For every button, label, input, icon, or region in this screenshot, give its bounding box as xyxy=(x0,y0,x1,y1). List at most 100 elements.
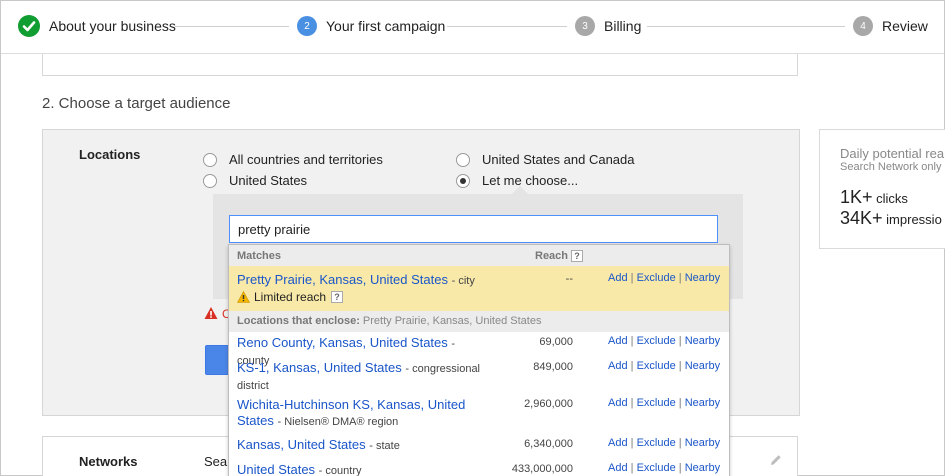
separator: | xyxy=(630,437,634,449)
add-link[interactable]: Add xyxy=(608,335,628,347)
checkmark-icon xyxy=(18,15,40,37)
row-actions: Add | Exclude | Nearby xyxy=(608,437,720,449)
radio-button[interactable] xyxy=(203,173,217,188)
separator: | xyxy=(678,272,682,284)
location-type: - city xyxy=(451,275,475,287)
warning-icon xyxy=(237,291,250,303)
suggestion-row[interactable]: Wichita-Hutchinson KS, Kansas, United St… xyxy=(229,394,729,434)
potential-reach-card: Daily potential rea Search Network only … xyxy=(819,129,945,249)
radio-label: United States and Canada xyxy=(482,152,635,167)
radio-all-countries[interactable]: All countries and territories xyxy=(203,152,383,167)
separator: | xyxy=(678,462,682,474)
location-link[interactable]: Pretty Prairie, Kansas, United States xyxy=(237,272,448,287)
add-link[interactable]: Add xyxy=(608,272,628,284)
row-actions: Add | Exclude | Nearby xyxy=(608,335,720,347)
separator: | xyxy=(678,437,682,449)
radio-label: All countries and territories xyxy=(229,152,383,167)
add-link[interactable]: Add xyxy=(608,437,628,449)
suggestion-name: United States - country xyxy=(237,462,487,476)
stepper-connector xyxy=(647,26,845,27)
location-search-input[interactable] xyxy=(229,215,718,243)
reach-value: 6,340,000 xyxy=(524,438,573,450)
primary-button[interactable] xyxy=(205,345,229,375)
suggestion-row[interactable]: Pretty Prairie, Kansas, United States - … xyxy=(229,266,729,311)
step-label: Your first campaign xyxy=(326,18,446,34)
nearby-link[interactable]: Nearby xyxy=(685,272,720,284)
location-type: - country xyxy=(318,465,362,476)
step-about-business[interactable]: About your business xyxy=(18,14,176,38)
exclude-link[interactable]: Exclude xyxy=(637,360,676,372)
suggestion-name: Pretty Prairie, Kansas, United States - … xyxy=(237,272,487,289)
exclude-link[interactable]: Exclude xyxy=(637,335,676,347)
radio-button[interactable] xyxy=(203,152,217,167)
clicks-label: clicks xyxy=(876,191,908,206)
separator: | xyxy=(630,335,634,347)
reach-value: -- xyxy=(565,273,573,285)
enclose-value: Pretty Prairie, Kansas, United States xyxy=(362,315,542,327)
nearby-link[interactable]: Nearby xyxy=(685,397,720,409)
row-actions: Add | Exclude | Nearby xyxy=(608,397,720,409)
suggestion-row[interactable]: United States - country 433,000,000 Add … xyxy=(229,459,729,476)
step-billing[interactable]: 3 Billing xyxy=(575,14,641,38)
separator: | xyxy=(630,462,634,474)
enclose-label: Locations that enclose: xyxy=(237,315,360,327)
location-link[interactable]: Kansas, United States xyxy=(237,437,366,452)
radio-label: Let me choose... xyxy=(482,173,579,188)
networks-label: Networks xyxy=(79,454,138,469)
clicks-estimate: 1K+ clicks xyxy=(840,187,908,208)
limited-reach-label: Limited reach xyxy=(254,290,327,304)
add-link[interactable]: Add xyxy=(608,360,628,372)
nearby-link[interactable]: Nearby xyxy=(685,437,720,449)
separator: | xyxy=(678,397,682,409)
reach-value: 69,000 xyxy=(539,336,573,348)
row-actions: Add | Exclude | Nearby xyxy=(608,272,720,284)
dropdown-header: Matches Reach ? xyxy=(229,245,729,266)
impressions-estimate: 34K+ impressio xyxy=(840,208,942,229)
help-icon[interactable]: ? xyxy=(331,291,344,303)
location-suggestions-dropdown: Matches Reach ? Pretty Prairie, Kansas, … xyxy=(228,244,730,476)
radio-label: United States xyxy=(229,173,308,188)
suggestion-row[interactable]: Reno County, Kansas, United States - cou… xyxy=(229,332,729,367)
exclude-link[interactable]: Exclude xyxy=(637,437,676,449)
matches-header: Matches xyxy=(237,250,282,262)
section-title: 2. Choose a target audience xyxy=(42,95,231,112)
locations-label: Locations xyxy=(79,147,141,162)
step-review[interactable]: 4 Review xyxy=(853,14,928,38)
radio-button-selected[interactable] xyxy=(456,173,470,188)
exclude-link[interactable]: Exclude xyxy=(637,272,676,284)
location-link[interactable]: United States xyxy=(237,462,315,476)
impressions-label: impressio xyxy=(886,212,942,227)
nearby-link[interactable]: Nearby xyxy=(685,462,720,474)
networks-value: Sea xyxy=(204,454,228,469)
nearby-link[interactable]: Nearby xyxy=(685,360,720,372)
location-link[interactable]: KS-1, Kansas, United States xyxy=(237,360,402,375)
suggestion-name: Wichita-Hutchinson KS, Kansas, United St… xyxy=(237,397,477,430)
radio-us-canada[interactable]: United States and Canada xyxy=(456,152,635,167)
radio-button[interactable] xyxy=(456,152,470,167)
add-link[interactable]: Add xyxy=(608,462,628,474)
step-label: Review xyxy=(882,18,928,34)
location-link[interactable]: Reno County, Kansas, United States xyxy=(237,335,448,350)
nearby-link[interactable]: Nearby xyxy=(685,335,720,347)
separator: | xyxy=(678,360,682,372)
exclude-link[interactable]: Exclude xyxy=(637,397,676,409)
clicks-value: 1K+ xyxy=(840,187,873,207)
help-icon[interactable]: ? xyxy=(571,250,584,262)
limited-reach-notice: Limited reach ? xyxy=(237,290,344,304)
suggestion-row[interactable]: Kansas, United States - state 6,340,000 … xyxy=(229,434,729,459)
suggestion-name: KS-1, Kansas, United States - congressio… xyxy=(237,360,487,394)
reach-header-label: Reach xyxy=(535,250,569,262)
step-first-campaign[interactable]: 2 Your first campaign xyxy=(297,14,445,38)
separator: | xyxy=(630,360,634,372)
separator: | xyxy=(630,272,634,284)
stepper-connector xyxy=(447,26,567,27)
location-type: - state xyxy=(369,440,400,452)
reach-card-title: Daily potential rea xyxy=(840,146,945,161)
pencil-icon[interactable] xyxy=(769,453,783,467)
radio-united-states[interactable]: United States xyxy=(203,173,307,188)
suggestion-row[interactable]: KS-1, Kansas, United States - congressio… xyxy=(229,357,729,394)
error-icon xyxy=(204,307,218,319)
suggestion-name: Kansas, United States - state xyxy=(237,437,487,454)
exclude-link[interactable]: Exclude xyxy=(637,462,676,474)
add-link[interactable]: Add xyxy=(608,397,628,409)
